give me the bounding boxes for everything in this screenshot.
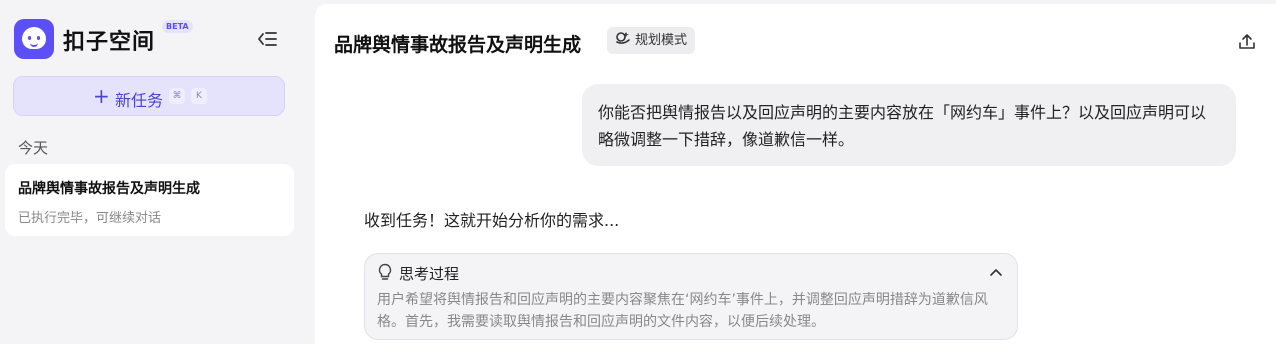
shortcut-k-key: K — [191, 88, 207, 104]
new-task-label: 新任务 — [115, 91, 164, 110]
lightbulb-icon — [377, 263, 393, 281]
planning-mode-icon — [615, 27, 631, 54]
task-title: 品牌舆情事故报告及声明生成 — [18, 181, 200, 197]
collapse-sidebar-icon[interactable] — [255, 28, 279, 50]
planning-mode-badge[interactable]: 规划模式 — [607, 27, 696, 54]
share-icon[interactable] — [1237, 32, 1257, 52]
user-message-bubble: 你能否把舆情报告以及回应声明的主要内容放在「网约车」事件上？以及回应声明可以略微… — [582, 84, 1236, 166]
section-today-label: 今天 — [18, 139, 49, 157]
logo-icon — [14, 19, 54, 59]
page-title: 品牌舆情事故报告及声明生成 — [334, 34, 582, 56]
assistant-reply: 收到任务！这就开始分析你的需求... — [364, 211, 620, 230]
task-status: 已执行完毕，可继续对话 — [18, 211, 162, 226]
plus-icon: + — [93, 84, 110, 108]
beta-badge: BETA — [162, 20, 193, 33]
shortcut-cmd-key: ⌘ — [169, 88, 185, 104]
sidebar: 扣子空间 BETA + 新任务 ⌘ K 今天 品牌舆情事故报告及声明生成 已执行… — [0, 0, 314, 344]
brand-name: 扣子空间 — [63, 30, 156, 55]
new-task-button[interactable]: + 新任务 ⌘ K — [13, 76, 285, 116]
thinking-header: 思考过程 — [399, 265, 460, 283]
task-list-item[interactable]: 品牌舆情事故报告及声明生成 已执行完毕，可继续对话 — [5, 164, 294, 236]
main-panel: 品牌舆情事故报告及声明生成 规划模式 你能否把舆情报告以及回应声明的主要内容放在… — [315, 4, 1276, 344]
thinking-body: 用户希望将舆情报告和回应声明的主要内容聚焦在‘网约车’事件上，并调整回应声明措辞… — [377, 292, 988, 330]
chevron-up-icon[interactable] — [989, 265, 1003, 279]
thinking-panel: 思考过程 用户希望将舆情报告和回应声明的主要内容聚焦在‘网约车’事件上，并调整回… — [364, 253, 1018, 340]
planning-mode-label: 规划模式 — [635, 33, 688, 48]
